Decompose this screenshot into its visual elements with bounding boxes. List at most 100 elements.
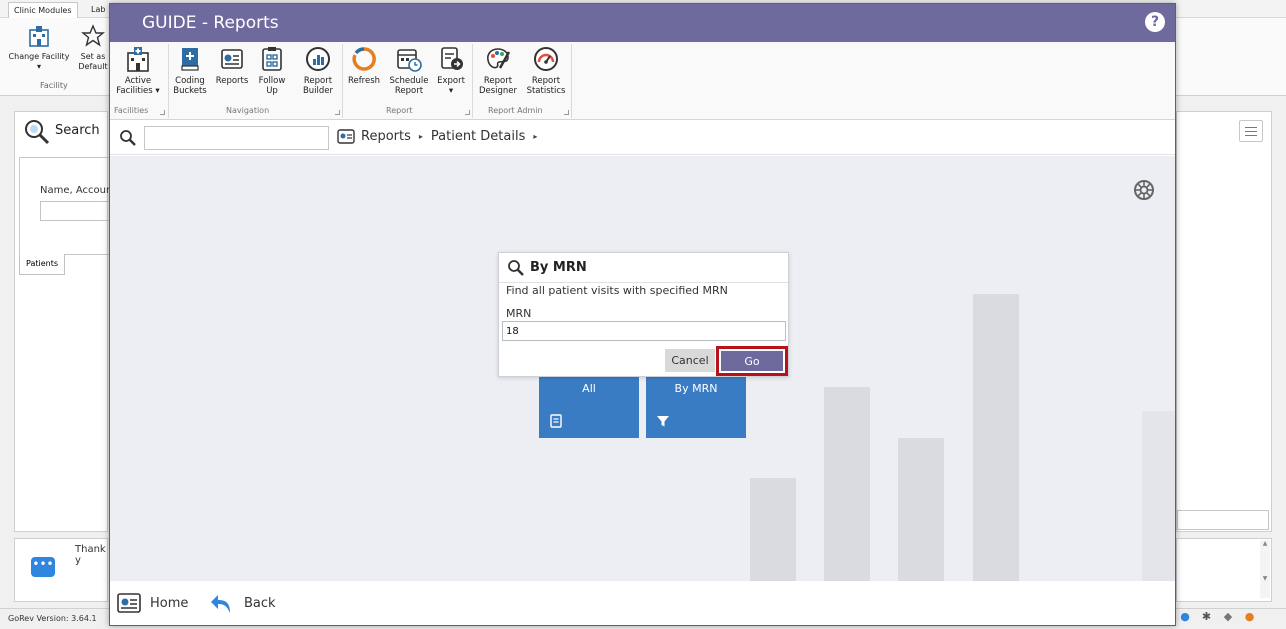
search-icon [508, 260, 524, 276]
dialog-launcher-icon[interactable] [160, 110, 165, 115]
help-icon[interactable]: ? [1145, 12, 1165, 32]
report-icon [550, 414, 562, 428]
coding-buckets-button[interactable]: Coding Buckets [172, 46, 208, 96]
report-designer-label: Report Designer [478, 76, 518, 96]
calendar-clock-icon [397, 49, 422, 72]
back-button[interactable]: Back [210, 591, 276, 615]
gear-icon[interactable] [1132, 178, 1156, 202]
follow-up-button[interactable]: Follow Up [254, 46, 290, 96]
report-group-label: Report [386, 106, 413, 115]
tile-all-label: All [582, 382, 596, 395]
tile-all[interactable]: All [539, 376, 639, 438]
export-icon [441, 47, 463, 70]
export-label: Export [437, 76, 465, 86]
schedule-report-label: Schedule Report [389, 76, 429, 96]
hamburger-menu-icon[interactable] [1239, 120, 1263, 142]
dropdown-arrow-icon: ▾ [448, 86, 454, 96]
decorative-bar [824, 387, 870, 581]
footer-bar: Home Back [110, 581, 1175, 625]
dialog-launcher-icon[interactable] [335, 110, 340, 115]
change-facility-label: Change Facility [8, 52, 70, 61]
ribbon: Active Facilities ▾ Facilities Coding Bu… [110, 42, 1175, 120]
set-as-default-label: Set as Default [78, 52, 108, 71]
breadcrumb-reports[interactable]: Reports [361, 129, 411, 144]
report-statistics-label: Report Statistics [526, 76, 566, 96]
scrollbar[interactable]: ▲ ▼ [1260, 540, 1270, 598]
decorative-bar [750, 478, 796, 581]
bug-tray-icon[interactable]: ✱ [1198, 610, 1216, 623]
reports-icon [221, 49, 243, 69]
mrn-input[interactable] [502, 321, 786, 341]
clipboard-icon [262, 47, 282, 71]
search-form: Name, Account [19, 157, 116, 255]
navigation-group-label: Navigation [226, 106, 270, 115]
navigation-bar: Reports ▸ Patient Details ▸ [110, 121, 1175, 155]
reports-icon [337, 129, 355, 144]
hospital-icon [29, 26, 49, 47]
tile-by-mrn[interactable]: By MRN [646, 376, 746, 438]
dropdown-arrow-icon: ▾ [36, 62, 41, 71]
change-facility-button[interactable]: Change Facility ▾ [6, 24, 72, 72]
breadcrumb: Reports ▸ Patient Details ▸ [337, 128, 545, 144]
tile-by-mrn-label: By MRN [674, 382, 718, 395]
dialog-launcher-icon[interactable] [564, 110, 569, 115]
home-button[interactable]: Home [116, 591, 188, 615]
decorative-bar [1142, 411, 1175, 581]
tab-lab[interactable]: Lab [86, 2, 110, 18]
hospital-icon [127, 47, 149, 72]
search-panel-title: Search [55, 123, 100, 138]
decorative-bar [898, 438, 944, 581]
report-designer-button[interactable]: Report Designer [476, 46, 520, 96]
right-lower-panel [1176, 538, 1272, 602]
report-search-input[interactable] [144, 126, 329, 150]
window-title: GUIDE - Reports [142, 13, 279, 33]
facility-group-label: Facility [40, 81, 68, 90]
name-account-label: Name, Account [40, 185, 117, 196]
reports-window: GUIDE - Reports ? Active Facilities ▾ Fa… [109, 3, 1176, 626]
back-arrow-icon [211, 595, 230, 613]
reports-label: Reports [215, 76, 249, 86]
breadcrumb-patient-details[interactable]: Patient Details [431, 129, 525, 144]
title-bar: GUIDE - Reports ? [110, 4, 1175, 42]
mrn-label: MRN [506, 307, 532, 320]
chart-circle-icon [306, 47, 330, 71]
search-panel: Search Name, Account Patients [14, 111, 116, 532]
go-button-highlight: Go [716, 346, 788, 376]
schedule-report-button[interactable]: Schedule Report [386, 46, 432, 96]
coding-buckets-label: Coding Buckets [173, 76, 207, 96]
go-button[interactable]: Go [721, 351, 783, 371]
dialog-header: By MRN [499, 253, 788, 283]
reports-button[interactable]: Reports [212, 46, 252, 86]
active-facilities-button[interactable]: Active Facilities ▾ [114, 46, 162, 96]
right-panel-input[interactable] [1177, 510, 1269, 530]
tab-clinic-modules[interactable]: Clinic Modules [8, 2, 78, 18]
back-label: Back [244, 595, 276, 611]
dropdown-arrow-icon: ▾ [155, 86, 160, 96]
cancel-button[interactable]: Cancel [665, 349, 715, 372]
by-mrn-dialog: By MRN Find all patient visits with spec… [498, 252, 789, 377]
refresh-button[interactable]: Refresh [346, 46, 382, 86]
shield-tray-icon[interactable]: ◆ [1219, 610, 1237, 623]
palette-icon [487, 48, 511, 69]
tab-patients[interactable]: Patients [19, 254, 66, 275]
right-panel [1176, 111, 1272, 532]
name-account-input[interactable] [40, 201, 110, 221]
dialog-description: Find all patient visits with specified M… [506, 284, 728, 297]
breadcrumb-separator-icon[interactable]: ▸ [533, 132, 537, 141]
gauge-icon [534, 47, 558, 71]
version-text: GoRev Version: 3.64.1 [8, 614, 97, 623]
report-admin-group-label: Report Admin [488, 106, 543, 115]
notice-panel: ••• Thank y [14, 538, 108, 602]
search-icon[interactable] [119, 129, 137, 147]
report-statistics-button[interactable]: Report Statistics [524, 46, 568, 96]
tray-icons: ● ✱ ◆ ● [1176, 610, 1286, 628]
help-tray-icon[interactable]: ● [1176, 610, 1194, 623]
report-builder-button[interactable]: Report Builder [298, 46, 338, 96]
filter-icon [657, 416, 669, 427]
dialog-launcher-icon[interactable] [465, 110, 470, 115]
export-button[interactable]: Export ▾ [434, 46, 468, 96]
home-icon [117, 593, 141, 613]
color-tray-icon[interactable]: ● [1241, 610, 1259, 623]
set-as-default-button[interactable]: Set as Default [78, 24, 108, 72]
chat-icon[interactable]: ••• [31, 557, 55, 577]
